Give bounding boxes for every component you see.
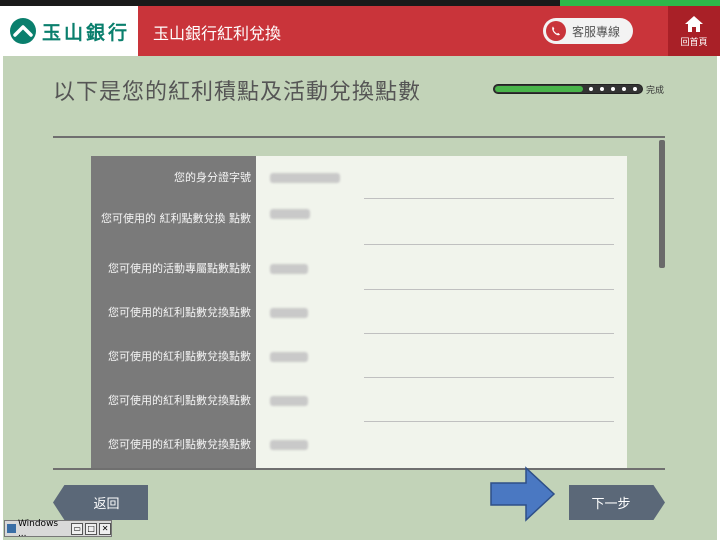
field-label: 您可使用的活動專屬點數點數 [108, 262, 251, 275]
bottom-divider [53, 468, 665, 470]
taskbar-window[interactable]: Windows ... ▭ □ ✕ [4, 518, 112, 539]
masked-value [270, 209, 310, 219]
progress-step-dot [589, 87, 593, 91]
masked-value [270, 440, 308, 450]
progress-step-dot [633, 87, 637, 91]
home-button[interactable]: 回首頁 [668, 6, 720, 56]
customer-service-label: 客服專線 [572, 24, 621, 39]
progress-step-dot [600, 87, 604, 91]
bank-logo: 玉山銀行 [0, 6, 138, 56]
masked-value [270, 264, 308, 274]
points-form: 您的身分證字號您可使用的 紅利點數兌換 點數您可使用的活動專屬點數點數 您可使用的… [91, 156, 627, 470]
row-separator [364, 244, 614, 245]
arrow-right-icon [490, 466, 556, 522]
row-separator [364, 198, 614, 199]
field-label: 您可使用的 紅利點數兌換 點數 [101, 212, 251, 225]
next-button[interactable]: 下一步 [569, 485, 665, 520]
masked-value [270, 396, 308, 406]
back-button[interactable]: 返回 [53, 485, 148, 520]
progress-label: 完成 [646, 86, 665, 96]
main-content: 以下是您的紅利積點及活動兌換點數 完成 您的身分證字號您可使用的 紅利點數兌換 … [3, 56, 717, 540]
progress-bar [493, 84, 643, 94]
window-icon [7, 524, 16, 533]
customer-service-button[interactable]: 客服專線 [543, 18, 633, 44]
app-header: 玉山銀行紅利兌換 客服專線 回首頁 [138, 6, 720, 56]
app-title: 玉山銀行紅利兌換 [153, 24, 282, 43]
field-label: 您的身分證字號 [174, 171, 251, 184]
next-button-label: 下一步 [591, 497, 631, 512]
field-label: 您可使用的紅利點數兌換點數 [108, 306, 251, 319]
masked-value [270, 308, 308, 318]
bank-logo-text: 玉山銀行 [42, 21, 131, 44]
field-label: 您可使用的紅利點數兌換點數 [108, 438, 251, 451]
home-icon [685, 15, 703, 32]
row-separator [364, 333, 614, 334]
progress-fill [495, 86, 583, 92]
top-divider [53, 136, 665, 138]
home-label: 回首頁 [680, 37, 708, 48]
bank-logo-icon [10, 18, 36, 44]
masked-value [270, 352, 308, 362]
progress-step-dot [611, 87, 615, 91]
back-button-label: 返回 [93, 497, 120, 512]
row-separator [364, 289, 614, 290]
label-column: 您的身分證字號您可使用的 紅利點數兌換 點數您可使用的活動專屬點數點數 您可使用的… [91, 156, 256, 470]
progress-step-dot [622, 87, 626, 91]
field-label: 您可使用的紅利點數兌換點數 [108, 350, 251, 363]
masked-value [270, 173, 340, 183]
scrollbar[interactable] [659, 140, 665, 268]
row-separator [364, 377, 614, 378]
restore-icon[interactable]: ▭ [71, 522, 84, 535]
page-title: 以下是您的紅利積點及活動兌換點數 [53, 80, 422, 105]
row-separator [364, 421, 614, 422]
taskbar-label: Windows ... [17, 518, 59, 539]
maximize-icon[interactable]: □ [85, 522, 98, 535]
phone-icon [546, 21, 566, 41]
close-icon[interactable]: ✕ [99, 522, 112, 535]
value-column [256, 156, 627, 470]
field-label: 您可使用的紅利點數兌換點數 [108, 394, 251, 407]
